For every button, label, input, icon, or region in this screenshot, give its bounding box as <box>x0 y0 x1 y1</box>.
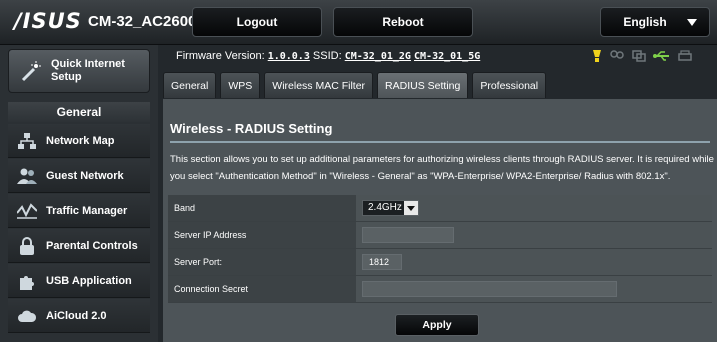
apply-button[interactable]: Apply <box>395 314 479 336</box>
sidebar-section-general: General <box>8 102 150 122</box>
band-select[interactable]: 2.4GHz <box>362 200 419 216</box>
ssid-2g-link[interactable]: CM-32_01_2G <box>345 51 411 62</box>
tab-general[interactable]: General <box>163 72 217 98</box>
sidebar-item-label: AiCloud 2.0 <box>46 309 107 322</box>
chevron-down-icon <box>687 19 697 26</box>
tab-bar: General WPS Wireless MAC Filter RADIUS S… <box>163 72 550 98</box>
sidebar-item-label: Network Map <box>46 134 115 147</box>
copy-icon[interactable] <box>632 50 646 62</box>
usb-icon[interactable] <box>653 50 671 62</box>
title-divider <box>170 141 710 143</box>
server-port-row: Server Port: 1812 <box>168 249 712 276</box>
reboot-button[interactable]: Reboot <box>333 7 473 37</box>
connection-secret-value-cell <box>356 276 712 302</box>
server-port-label: Server Port: <box>168 249 356 275</box>
printer-icon[interactable] <box>678 50 692 62</box>
magic-wand-icon <box>21 61 41 82</box>
brand-logo: /ISUS <box>14 9 82 33</box>
server-port-input[interactable]: 1812 <box>362 254 402 270</box>
network-map-icon <box>8 124 46 158</box>
language-select[interactable]: English <box>600 7 710 37</box>
connection-secret-label: Connection Secret <box>168 276 356 302</box>
tab-wireless-mac-filter[interactable]: Wireless MAC Filter <box>264 72 374 98</box>
radius-settings-form: Band 2.4GHz Server IP Address Server Por… <box>168 195 712 303</box>
language-value: English <box>623 15 667 29</box>
cloud-icon <box>8 299 46 333</box>
logout-button[interactable]: Logout <box>192 7 322 37</box>
puzzle-icon <box>8 264 46 298</box>
status-icons <box>592 49 692 63</box>
sidebar-item-label: Traffic Manager <box>46 204 128 217</box>
ssid-label: SSID: <box>312 50 342 62</box>
server-ip-label: Server IP Address <box>168 222 356 248</box>
content-panel: Wireless - RADIUS Setting This section a… <box>163 99 717 342</box>
connection-secret-row: Connection Secret <box>168 276 712 303</box>
server-ip-input[interactable] <box>362 227 454 243</box>
lock-icon <box>8 229 46 263</box>
sidebar-item-parental-controls[interactable]: Parental Controls <box>8 229 150 263</box>
tab-radius-setting[interactable]: RADIUS Setting <box>377 72 469 98</box>
internet-status-icon[interactable] <box>592 49 602 63</box>
sidebar-item-aicloud[interactable]: AiCloud 2.0 <box>8 299 150 333</box>
sidebar: Quick Internet Setup General Network Map… <box>0 45 158 342</box>
ssid-5g-link[interactable]: CM-32_01_5G <box>414 51 480 62</box>
clients-icon[interactable] <box>609 50 625 62</box>
traffic-manager-icon <box>8 194 46 228</box>
firmware-label: Firmware Version: <box>176 50 265 62</box>
quick-internet-setup-label: Quick Internet Setup <box>51 58 125 83</box>
firmware-ssid-info: Firmware Version: 1.0.0.3 SSID: CM-32_01… <box>176 50 480 62</box>
top-bar: /ISUS CM-32_AC2600 Logout Reboot English <box>0 0 717 45</box>
page-description: This section allows you to set up additi… <box>170 154 714 182</box>
guest-network-icon <box>8 159 46 193</box>
server-ip-row: Server IP Address <box>168 222 712 249</box>
sidebar-item-traffic-manager[interactable]: Traffic Manager <box>8 194 150 228</box>
connection-secret-input[interactable] <box>362 281 617 297</box>
band-value-cell: 2.4GHz <box>356 195 712 221</box>
sidebar-item-network-map[interactable]: Network Map <box>8 124 150 158</box>
page-title: Wireless - RADIUS Setting <box>170 121 333 136</box>
band-row: Band 2.4GHz <box>168 195 712 222</box>
sidebar-item-label: Guest Network <box>46 169 124 182</box>
sidebar-item-guest-network[interactable]: Guest Network <box>8 159 150 193</box>
tab-professional[interactable]: Professional <box>472 72 547 98</box>
server-ip-value-cell <box>356 222 712 248</box>
model-name: CM-32_AC2600 <box>88 13 197 30</box>
band-select-value: 2.4GHz <box>368 202 402 213</box>
sidebar-item-label: Parental Controls <box>46 239 138 252</box>
firmware-version-link[interactable]: 1.0.0.3 <box>268 51 310 62</box>
sidebar-item-label: USB Application <box>46 274 132 287</box>
sidebar-item-usb-application[interactable]: USB Application <box>8 264 150 298</box>
quick-internet-setup-button[interactable]: Quick Internet Setup <box>8 49 150 93</box>
router-admin-window: /ISUS CM-32_AC2600 Logout Reboot English… <box>0 0 717 342</box>
server-port-value-cell: 1812 <box>356 249 712 275</box>
band-label: Band <box>168 195 356 221</box>
chevron-down-icon <box>404 201 418 215</box>
tab-wps[interactable]: WPS <box>220 72 261 98</box>
